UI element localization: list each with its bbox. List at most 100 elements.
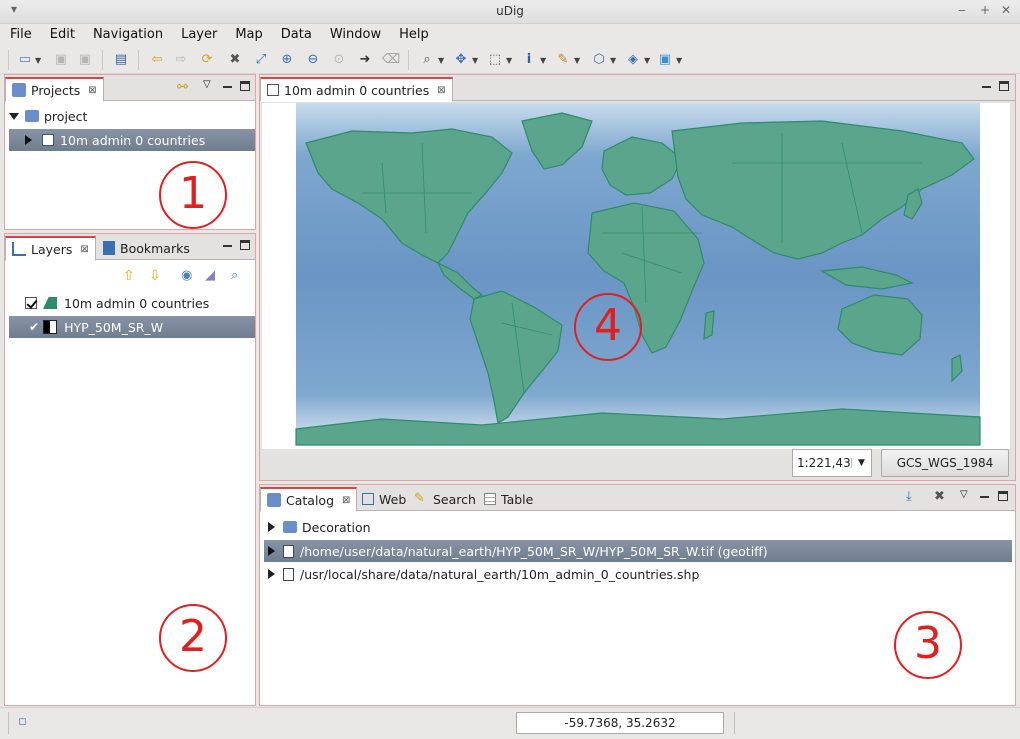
menu-navigation[interactable]: Navigation [83, 24, 171, 44]
next-icon[interactable]: ➜ [356, 51, 374, 69]
status-bar: ▫ -59.7368, 35.2632 [0, 707, 1020, 739]
catalog-item[interactable]: /home/user/data/natural_earth/HYP_50M_SR… [264, 540, 1012, 562]
menu-help[interactable]: Help [389, 24, 437, 44]
edit-tool-dropdown-icon[interactable]: ▼ [574, 56, 580, 65]
move-up-icon[interactable]: ⇧ [123, 268, 135, 284]
style-tool-dropdown-icon[interactable]: ▼ [676, 56, 682, 65]
menu-layer[interactable]: Layer [171, 24, 225, 44]
new-dropdown-icon[interactable]: ▼ [35, 56, 41, 65]
view-menu-icon[interactable]: ▽ [203, 79, 211, 90]
view-menu-icon[interactable]: ▽ [960, 489, 968, 500]
minimize-window-icon[interactable]: ‒ [954, 3, 970, 17]
crs-button[interactable]: GCS_WGS_1984 [881, 449, 1009, 477]
expand-arrow-icon[interactable] [25, 135, 32, 145]
mylar-icon[interactable]: ◢ [205, 268, 215, 283]
fast-view-icon[interactable]: ▫ [18, 714, 27, 729]
close-window-icon[interactable]: ✕ [998, 3, 1014, 17]
layer-visible-checkbox[interactable] [25, 297, 37, 309]
minimize-view-icon[interactable] [980, 491, 989, 498]
minimize-view-icon[interactable] [223, 240, 232, 247]
expand-arrow-icon[interactable] [268, 522, 275, 532]
collapse-arrow-icon[interactable] [9, 112, 19, 120]
stop-icon[interactable]: ✖ [226, 51, 244, 69]
minimize-view-icon[interactable] [223, 81, 232, 88]
bookmarks-icon [103, 241, 115, 255]
maximize-view-icon[interactable] [998, 491, 1008, 501]
clear-icon[interactable]: ⌫ [382, 51, 400, 69]
file-icon [283, 567, 294, 581]
tree-item-map[interactable]: 10m admin 0 countries [9, 129, 255, 151]
tab-web[interactable]: Web [356, 487, 412, 511]
madagascar [703, 310, 715, 341]
import-icon[interactable]: ⤓ [906, 489, 912, 504]
layer-info-icon[interactable]: ⌕ [231, 268, 238, 283]
pan-tool-dropdown-icon[interactable]: ▼ [472, 56, 478, 65]
refresh-icon[interactable]: ⟳ [198, 51, 216, 69]
tab-map[interactable]: 10m admin 0 countries ⊠ [260, 77, 453, 102]
catalog-item-label: /usr/local/share/data/natural_earth/10m_… [300, 566, 700, 582]
properties-icon[interactable]: ▤ [112, 51, 130, 69]
table-icon [484, 493, 496, 505]
tree-item-project[interactable]: project [9, 105, 253, 127]
annotation-2: 2 [159, 604, 227, 672]
vertex-tool-icon[interactable]: ⬡ [590, 51, 608, 69]
annotation-3: 3 [894, 611, 962, 679]
world-map[interactable] [262, 103, 1010, 449]
zoom-tool-icon[interactable]: ⌕ [418, 51, 436, 69]
maximize-window-icon[interactable]: + [977, 3, 993, 17]
layer-row[interactable]: ✔ HYP_50M_SR_W [9, 316, 255, 338]
tab-table[interactable]: Table [478, 487, 539, 511]
coordinate-readout: -59.7368, 35.2632 [516, 712, 724, 734]
new-icon[interactable]: ▭ [16, 51, 34, 69]
tab-projects[interactable]: Projects ⊠ [5, 77, 104, 102]
scale-combo[interactable]: 1:221,43 ▼ [792, 449, 872, 477]
vertex-tool-dropdown-icon[interactable]: ▼ [610, 56, 616, 65]
maximize-view-icon[interactable] [999, 81, 1009, 91]
close-tab-icon[interactable]: ⊠ [88, 85, 96, 96]
layer-visible-checkbox[interactable]: ✔ [29, 320, 39, 334]
expand-arrow-icon[interactable] [268, 546, 275, 556]
style-layer-icon[interactable]: ◉ [181, 268, 192, 283]
menu-edit[interactable]: Edit [40, 24, 83, 44]
tab-search[interactable]: ✎ Search [408, 487, 482, 511]
menu-map[interactable]: Map [225, 24, 270, 44]
zoom-tool-dropdown-icon[interactable]: ▼ [438, 56, 444, 65]
tab-layers[interactable]: Layers ⊠ [5, 236, 96, 261]
style-tool-icon[interactable]: ▣ [656, 51, 674, 69]
select-tool-dropdown-icon[interactable]: ▼ [506, 56, 512, 65]
map-panel: 10m admin 0 countries ⊠ 4 1:221,43 ▼ GCS… [259, 74, 1016, 481]
close-tab-icon[interactable]: ⊠ [342, 495, 350, 506]
info-tool-dropdown-icon[interactable]: ▼ [540, 56, 546, 65]
folder-icon [283, 521, 297, 533]
zoom-out-icon[interactable]: ⊖ [304, 51, 322, 69]
link-icon[interactable]: ⚯ [177, 80, 188, 95]
maximize-view-icon[interactable] [240, 240, 250, 250]
zoom-extent-icon[interactable]: ⤢ [252, 51, 270, 69]
feature-tool-dropdown-icon[interactable]: ▼ [644, 56, 650, 65]
feature-tool-icon[interactable]: ◈ [624, 51, 642, 69]
zoom-in-icon[interactable]: ⊕ [278, 51, 296, 69]
minimize-view-icon[interactable] [982, 81, 991, 88]
close-tab-icon[interactable]: ⊠ [80, 244, 88, 255]
expand-arrow-icon[interactable] [268, 569, 275, 579]
tab-bookmarks[interactable]: Bookmarks [97, 236, 196, 260]
move-down-icon[interactable]: ⇩ [149, 268, 161, 284]
map-canvas[interactable]: 4 [262, 103, 1010, 449]
menu-window[interactable]: Window [320, 24, 389, 44]
info-tool-icon[interactable]: i [520, 51, 538, 69]
edit-tool-icon[interactable]: ✎ [554, 51, 572, 69]
main-toolbar: ▭ ▼ ▣ ▣ ▤ ⇦ ⇨ ⟳ ✖ ⤢ ⊕ ⊖ ⊙ ➜ ⌫ ⌕ ▼ ✥ ▼ ⬚ ▼ i ▼… [0, 46, 1020, 74]
layer-row[interactable]: 10m admin 0 countries [9, 292, 253, 314]
scale-dropdown-icon[interactable]: ▼ [851, 458, 871, 468]
pan-tool-icon[interactable]: ✥ [452, 51, 470, 69]
back-icon[interactable]: ⇦ [148, 51, 166, 69]
remove-icon[interactable]: ✖ [934, 489, 945, 504]
tab-catalog[interactable]: Catalog ⊠ [260, 487, 358, 512]
catalog-item[interactable]: Decoration [264, 516, 1012, 538]
menu-file[interactable]: File [0, 24, 40, 44]
menu-data[interactable]: Data [271, 24, 320, 44]
close-tab-icon[interactable]: ⊠ [437, 85, 445, 96]
maximize-view-icon[interactable] [240, 81, 250, 91]
select-tool-icon[interactable]: ⬚ [486, 51, 504, 69]
catalog-item[interactable]: /usr/local/share/data/natural_earth/10m_… [264, 563, 1012, 585]
